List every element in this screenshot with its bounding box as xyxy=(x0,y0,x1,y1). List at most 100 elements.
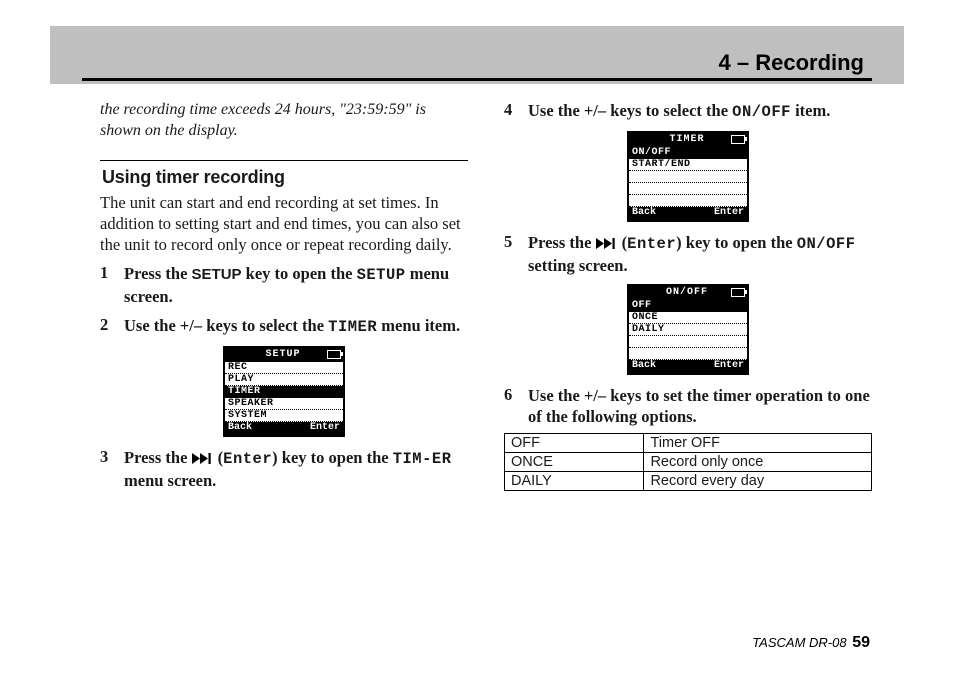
step-number: 2 xyxy=(100,315,110,338)
page-number: 59 xyxy=(852,634,870,651)
text: key to open the xyxy=(242,264,357,283)
chapter-title: 4 – Recording xyxy=(719,50,864,76)
battery-icon xyxy=(731,288,745,297)
columns: the recording time exceeds 24 hours, "23… xyxy=(100,100,872,626)
step-text: Use the +/– keys to select the ON/OFF it… xyxy=(528,100,872,123)
step-text: Press the SETUP key to open the SETUP me… xyxy=(124,263,468,307)
option-cell: ONCE xyxy=(505,452,644,471)
option-cell: DAILY xyxy=(505,471,644,490)
lcd-row-blank: . xyxy=(629,183,747,195)
lcd-title: ON/OFF xyxy=(643,288,731,298)
text: Press the xyxy=(528,233,596,252)
text: Press the xyxy=(124,264,192,283)
text: menu item. xyxy=(377,316,460,335)
lcd-back-label: Back xyxy=(632,361,656,372)
lcd-row: SPEAKER xyxy=(225,398,343,410)
text: ) key to open the xyxy=(676,233,797,252)
screen-timer-wrap: TIMER ON/OFF START/END . . . Back Enter xyxy=(504,131,872,222)
lcd-row-blank: . xyxy=(629,171,747,183)
screen-setup-wrap: SETUP REC PLAY TIMER SPEAKER SYSTEM Back… xyxy=(100,346,468,437)
lcd-row: REC xyxy=(225,362,343,374)
screen-onoff-wrap: ON/OFF OFF ONCE DAILY . . Back Enter xyxy=(504,284,872,375)
lcd-row-selected: ON/OFF xyxy=(629,147,747,159)
text: setting screen. xyxy=(528,256,628,275)
step-2: 2 Use the +/– keys to select the TIMER m… xyxy=(100,315,468,338)
lcd-row: DAILY xyxy=(629,324,747,336)
text: Press the xyxy=(124,448,192,467)
step-1: 1 Press the SETUP key to open the SETUP … xyxy=(100,263,468,307)
desc-cell: Record only once xyxy=(644,452,872,471)
step-number: 1 xyxy=(100,263,110,307)
section-heading: Using timer recording xyxy=(102,167,468,188)
text: ) key to open the xyxy=(272,448,393,467)
onoff-lcd-label: ON/OFF xyxy=(797,235,856,253)
lcd-body: OFF ONCE DAILY . . xyxy=(629,300,747,360)
text: menu screen. xyxy=(124,471,216,490)
lcd-body: ON/OFF START/END . . . xyxy=(629,147,747,207)
step-text: Use the +/– keys to select the TIMER men… xyxy=(124,315,468,338)
desc-cell: Record every day xyxy=(644,471,872,490)
lcd-body: REC PLAY TIMER SPEAKER SYSTEM xyxy=(225,362,343,422)
header-rule xyxy=(82,78,872,81)
lcd-footer: Back Enter xyxy=(225,422,343,435)
timer-lcd-label: TIM-ER xyxy=(393,450,452,468)
section-rule xyxy=(100,160,468,161)
lcd-row-blank: . xyxy=(629,348,747,360)
table-row: ONCE Record only once xyxy=(505,452,872,471)
left-column: the recording time exceeds 24 hours, "23… xyxy=(100,100,468,626)
step-3: 3 Press the (Enter) key to open the TIM-… xyxy=(100,447,468,491)
fast-forward-icon xyxy=(596,238,618,249)
right-column: 4 Use the +/– keys to select the ON/OFF … xyxy=(504,100,872,626)
table-row: OFF Timer OFF xyxy=(505,433,872,452)
lcd-title: TIMER xyxy=(643,135,731,145)
text: item. xyxy=(791,101,830,120)
step-text: Use the +/– keys to set the timer operat… xyxy=(528,385,872,427)
page: 4 – Recording the recording time exceeds… xyxy=(0,0,954,686)
lcd-enter-label: Enter xyxy=(714,361,744,372)
lcd-footer: Back Enter xyxy=(629,360,747,373)
lcd-row-selected: TIMER xyxy=(225,386,343,398)
text: Use the +/– keys to select the xyxy=(124,316,328,335)
setup-lcd-label: SETUP xyxy=(357,266,406,284)
lcd-back-label: Back xyxy=(632,208,656,219)
options-table: OFF Timer OFF ONCE Record only once DAIL… xyxy=(504,433,872,491)
lcd-row: PLAY xyxy=(225,374,343,386)
lcd-row-selected: OFF xyxy=(629,300,747,312)
battery-icon xyxy=(327,350,341,359)
page-footer: TASCAM DR-08 59 xyxy=(752,634,870,652)
lcd-enter-label: Enter xyxy=(310,423,340,434)
step-4: 4 Use the +/– keys to select the ON/OFF … xyxy=(504,100,872,123)
timer-lcd-label: TIMER xyxy=(328,318,377,336)
lcd-title: SETUP xyxy=(239,350,327,360)
lcd-row: START/END xyxy=(629,159,747,171)
enter-lcd-label: Enter xyxy=(627,235,676,253)
step-text: Press the (Enter) key to open the TIM-ER… xyxy=(124,447,468,491)
carryover-note: the recording time exceeds 24 hours, "23… xyxy=(100,100,468,142)
fast-forward-icon xyxy=(192,453,214,464)
step-5: 5 Press the (Enter) key to open the ON/O… xyxy=(504,232,872,276)
screen-timer: TIMER ON/OFF START/END . . . Back Enter xyxy=(627,131,749,222)
intro-paragraph: The unit can start and end recording at … xyxy=(100,192,468,255)
lcd-row: ONCE xyxy=(629,312,747,324)
lcd-back-label: Back xyxy=(228,423,252,434)
lcd-title-bar: ON/OFF xyxy=(629,286,747,300)
enter-lcd-label: Enter xyxy=(223,450,272,468)
step-number: 3 xyxy=(100,447,110,491)
lcd-row: SYSTEM xyxy=(225,410,343,422)
step-number: 5 xyxy=(504,232,514,276)
step-6: 6 Use the +/– keys to set the timer oper… xyxy=(504,385,872,427)
text: Use the +/– keys to select the xyxy=(528,101,732,120)
onoff-lcd-label: ON/OFF xyxy=(732,103,791,121)
desc-cell: Timer OFF xyxy=(644,433,872,452)
lcd-row-blank: . xyxy=(629,195,747,207)
screen-setup: SETUP REC PLAY TIMER SPEAKER SYSTEM Back… xyxy=(223,346,345,437)
screen-onoff: ON/OFF OFF ONCE DAILY . . Back Enter xyxy=(627,284,749,375)
step-number: 6 xyxy=(504,385,514,427)
step-number: 4 xyxy=(504,100,514,123)
lcd-title-bar: SETUP xyxy=(225,348,343,362)
lcd-enter-label: Enter xyxy=(714,208,744,219)
setup-key-label: SETUP xyxy=(192,266,242,283)
lcd-footer: Back Enter xyxy=(629,207,747,220)
lcd-title-bar: TIMER xyxy=(629,133,747,147)
table-row: DAILY Record every day xyxy=(505,471,872,490)
